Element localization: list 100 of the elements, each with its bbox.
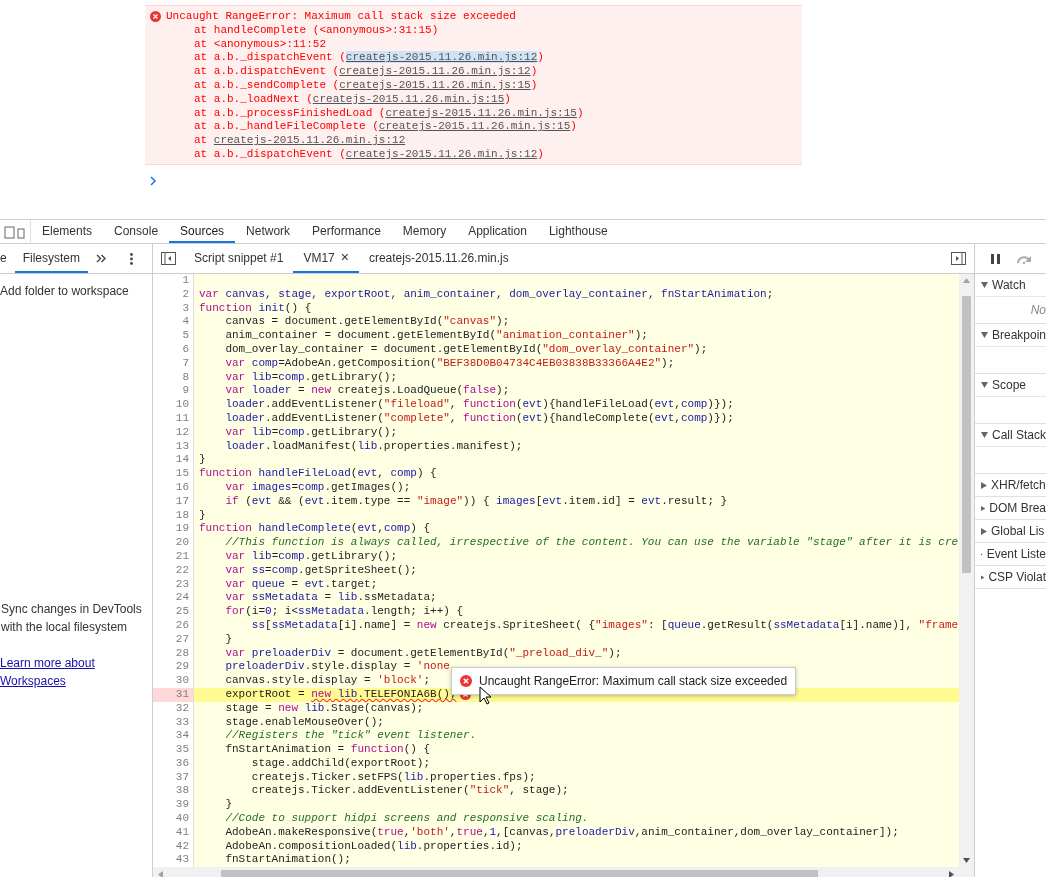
stack-frame: at a.b.dispatchEvent (createjs-2015.11.26.min.js:12) — [150, 65, 802, 79]
line-number: 20 — [153, 536, 194, 550]
code-line: stage = new lib.Stage(canvas); — [224, 701, 424, 716]
panel-tab[interactable]: Performance — [301, 220, 392, 243]
code-line: stage.addChild(exportRoot); — [250, 756, 431, 771]
code-line: function handleComplete(evt,comp) { — [198, 522, 431, 537]
sidebar-toggle-icon[interactable] — [161, 252, 176, 265]
caret-icon — [981, 527, 987, 535]
source-link[interactable]: createjs-2015.11.26.min.js:12 — [339, 65, 531, 78]
code-line: fnStartAnimation(); — [224, 853, 351, 867]
section-header[interactable]: XHR/fetch — [975, 474, 1046, 496]
code-line: var canvas, stage, exportRoot, anim_container, dom_overlay_container, fnStartAnimation; — [198, 287, 774, 302]
caret-icon — [981, 382, 988, 388]
stack-frame: at a.b._dispatchEvent (createjs-2015.11.26.min.js:12) — [150, 51, 802, 66]
code-line: createjs.Ticker.addEventListener("tick", stage); — [250, 784, 569, 799]
source-link[interactable]: createjs-2015.11.26.min.js:15 — [378, 120, 571, 133]
close-button[interactable]: × — [340, 247, 349, 268]
scrollbar-thumb[interactable] — [221, 870, 818, 877]
sidebar-toggle-icon[interactable] — [951, 252, 966, 265]
learn-more-link[interactable]: Learn more about Workspaces — [0, 654, 152, 690]
panel-tab[interactable]: Network — [235, 220, 302, 243]
code-line: } — [224, 798, 232, 813]
panel-tab[interactable]: Lighthouse — [537, 220, 619, 243]
source-link[interactable]: createjs-2015.11.26.min.js:12 — [345, 147, 538, 160]
panel-tab[interactable]: Application — [457, 220, 538, 243]
navigator-tab[interactable]: Filesystem — [14, 244, 89, 273]
panel-tab[interactable]: Sources — [169, 220, 236, 243]
line-number: 35 — [153, 743, 194, 757]
more-tabs-icon[interactable] — [96, 254, 107, 263]
code-line: dom_overlay_container = document.getElementById("dom_overlay_container"); — [224, 343, 708, 357]
file-tab[interactable]: createjs-2015.11.26.min.js — [358, 244, 519, 273]
section-header[interactable]: Event Liste — [975, 543, 1046, 565]
error-message: Uncaught RangeError: Maximum call stack size exceeded — [166, 10, 516, 24]
add-folder-link[interactable]: Add folder to workspace — [0, 274, 152, 300]
tooltip-text: Uncaught RangeError: Maximum call stack size exceeded — [479, 673, 788, 690]
code-line: var preloaderDiv = document.getElementById("_preload_div_"); — [224, 646, 622, 661]
line-number: 34 — [153, 729, 194, 744]
stack-frame: at <anonymous>:11:52 — [150, 37, 802, 52]
code-line: AdobeAn.compositionLoaded(lib.properties.id); — [224, 839, 523, 854]
stack-frame: at a.b._sendComplete (createjs-2015.11.26.min.js:15) — [150, 79, 802, 93]
caret-icon — [981, 432, 988, 438]
caret-icon — [981, 504, 986, 512]
stack-frame: at a.b._handleFileComplete (createjs-2015.11.26.min.js:15) — [150, 120, 802, 135]
stack-frame: at handleComplete (<anonymous>:31:15) — [150, 23, 802, 38]
source-link[interactable]: createjs-2015.11.26.min.js:15 — [385, 106, 577, 119]
line-number: 29 — [153, 660, 194, 675]
stack-frame: at a.b._dispatchEvent (createjs-2015.11.26.min.js:12) — [150, 147, 802, 162]
panel-tab[interactable]: Memory — [391, 220, 458, 243]
code-line: var lib=comp.getLibrary(); — [224, 549, 398, 564]
scroll-down-icon[interactable] — [963, 858, 970, 863]
error-icon — [460, 675, 472, 687]
line-number: 38 — [153, 784, 194, 799]
code-line: var loader = new createjs.LoadQueue(false); — [224, 384, 510, 399]
code-line: function init() { — [198, 301, 312, 316]
panel-tab[interactable]: Console — [103, 220, 170, 243]
source-link[interactable]: createjs-2015.11.26.min.js:12 — [345, 51, 538, 64]
line-number: 4 — [153, 315, 194, 330]
line-number: 1 — [153, 274, 194, 288]
code-line: anim_container = document.getElementById("animation_container"); — [224, 329, 648, 343]
code-line: stage.enableMouseOver(); — [224, 715, 384, 730]
navigator-tab[interactable]: e — [0, 244, 15, 273]
code-line: loader.addEventListener("complete", function(evt){handleComplete(evt,comp)}); — [224, 411, 734, 426]
code-line: function handleFileLoad(evt, comp) { — [198, 467, 437, 481]
code-line: var queue = evt.target; — [224, 577, 378, 592]
caret-icon — [981, 282, 988, 288]
code-line: loader.loadManifest(lib.properties.manifest); — [224, 439, 523, 454]
device-toolbar-icon[interactable] — [4, 224, 26, 239]
section-header[interactable]: Scope — [975, 374, 1046, 396]
caret-icon — [981, 332, 988, 338]
scrollbar-thumb[interactable] — [962, 296, 971, 573]
code-line: var comp=AdobeAn.getComposition("BEF38D0B04734C4EB03838B33366A4E2"); — [224, 356, 675, 371]
section-header[interactable]: Watch — [975, 274, 1046, 296]
source-link[interactable]: createjs-2015.11.26.min.js:12 — [213, 134, 406, 147]
line-number: 5 — [153, 329, 194, 343]
section-header[interactable]: Breakpoin — [975, 324, 1046, 346]
stack-frame: at createjs-2015.11.26.min.js:12 — [150, 134, 802, 148]
section-header[interactable]: CSP Violat — [975, 566, 1046, 588]
file-tab[interactable]: Script snippet #1 — [184, 244, 294, 273]
section-header[interactable]: Global Lis — [975, 520, 1046, 542]
code-line: } — [224, 632, 232, 647]
section-header[interactable]: Call Stack — [975, 424, 1046, 446]
code-line: //Registers the "tick" event listener. — [224, 729, 477, 744]
code-line: createjs.Ticker.setFPS(lib.properties.fps); — [250, 770, 536, 785]
code-line: //This function is always called, irrespective of the content. You can use the variable "stage" after it is cre — [224, 536, 959, 550]
code-line: for(i=0; i<ssMetadata.length; i++) { — [224, 605, 464, 619]
source-link[interactable]: createjs-2015.11.26.min.js:15 — [312, 92, 505, 105]
line-number: 10 — [153, 398, 194, 412]
line-number: 19 — [153, 522, 194, 537]
pause-icon[interactable] — [991, 253, 1000, 264]
caret-icon — [981, 573, 985, 581]
panel-tab[interactable]: Elements — [31, 220, 104, 243]
scroll-right-icon[interactable] — [949, 871, 954, 877]
source-link[interactable]: createjs-2015.11.26.min.js:15 — [339, 79, 531, 91]
caret-icon — [981, 481, 987, 489]
line-number: 25 — [153, 605, 194, 619]
section-header[interactable]: DOM Brea — [975, 497, 1046, 519]
code-line: canvas.style.display = 'block'; — [224, 674, 431, 688]
code-line: var ssMetadata = lib.ssMetadata; — [224, 591, 437, 606]
line-number: 40 — [153, 812, 194, 826]
more-menu-icon[interactable] — [130, 252, 134, 265]
